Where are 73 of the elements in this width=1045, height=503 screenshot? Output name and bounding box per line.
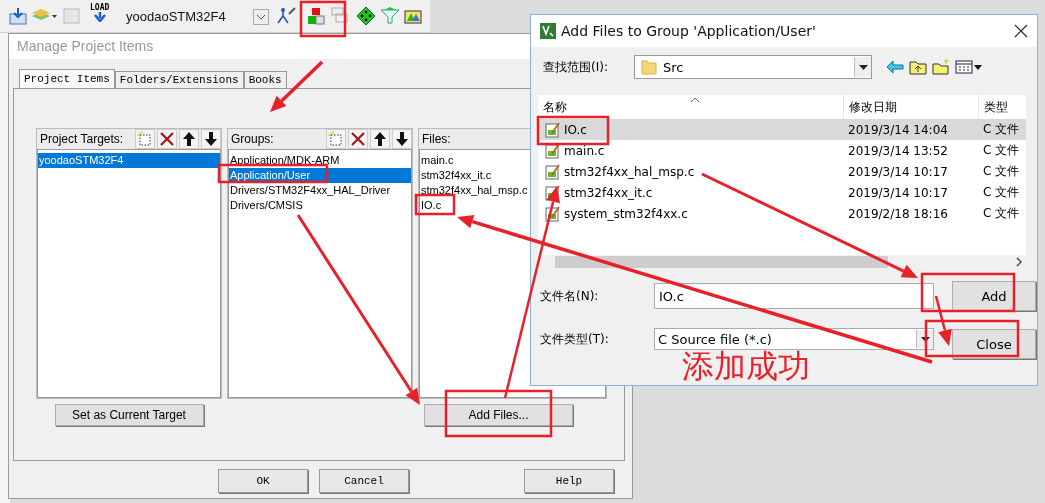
file-type: C 文件 bbox=[982, 142, 1021, 159]
list-item[interactable]: Application/User bbox=[229, 168, 411, 183]
new-item-icon[interactable] bbox=[326, 129, 346, 149]
dialog-button[interactable]: Help bbox=[524, 469, 614, 493]
delete-icon[interactable] bbox=[157, 129, 177, 149]
scroll-right-icon[interactable] bbox=[1015, 257, 1023, 267]
file-type: C 文件 bbox=[982, 163, 1021, 180]
file-date: 2019/3/14 10:17 bbox=[847, 164, 949, 179]
look-in-select[interactable]: Src bbox=[634, 55, 872, 79]
file-date: 2019/2/18 18:16 bbox=[847, 206, 949, 221]
file-name-label: 文件名(N): bbox=[540, 287, 600, 305]
dropdown-icon[interactable] bbox=[253, 9, 269, 25]
back-icon[interactable] bbox=[886, 60, 904, 74]
file-date: 2019/3/14 10:17 bbox=[847, 185, 949, 200]
list-item[interactable]: Drivers/STM32F4xx_HAL_Driver bbox=[229, 183, 411, 198]
file-name: system_stm32f4xx.c bbox=[564, 206, 688, 221]
dropdown-icon bbox=[920, 336, 930, 342]
file-icon bbox=[545, 121, 561, 138]
blocks-icon[interactable] bbox=[306, 6, 326, 26]
move-up-icon[interactable] bbox=[179, 129, 199, 149]
column-header[interactable]: 名称 bbox=[538, 95, 843, 119]
move-down-icon[interactable] bbox=[392, 129, 412, 149]
close-icon[interactable] bbox=[1014, 24, 1028, 38]
file-type-select[interactable]: C Source file (*.c) bbox=[654, 328, 934, 350]
target-select[interactable]: yoodaoSTM32F4 bbox=[126, 9, 226, 24]
file-type: C 文件 bbox=[982, 205, 1021, 222]
file-type: C 文件 bbox=[982, 184, 1021, 201]
download-icon[interactable] bbox=[8, 6, 28, 26]
file-row[interactable]: main.c 2019/3/14 13:52 C 文件 bbox=[538, 140, 1026, 161]
delete-icon[interactable] bbox=[348, 129, 368, 149]
add-button[interactable]: Add bbox=[952, 281, 1036, 311]
file-name-field[interactable]: IO.c bbox=[654, 283, 934, 309]
file-date: 2019/3/14 13:52 bbox=[847, 143, 949, 158]
move-up-icon[interactable] bbox=[370, 129, 390, 149]
highlight-box bbox=[299, 0, 347, 38]
file-row[interactable]: system_stm32f4xx.c 2019/2/18 18:16 C 文件 bbox=[538, 203, 1026, 224]
file-row[interactable]: stm32f4xx_hal_msp.c 2019/3/14 10:17 C 文件 bbox=[538, 161, 1026, 182]
view-menu-icon[interactable] bbox=[955, 59, 983, 75]
close-button[interactable]: Close bbox=[952, 329, 1036, 359]
dialog-button[interactable]: Cancel bbox=[319, 469, 409, 493]
new-item-icon[interactable] bbox=[135, 129, 155, 149]
panel-heading: Files: bbox=[422, 132, 452, 146]
tab[interactable]: Books bbox=[243, 71, 287, 88]
list-item[interactable]: Application/MDK-ARM bbox=[229, 153, 411, 168]
folder-icon bbox=[641, 59, 657, 75]
up-folder-icon[interactable] bbox=[909, 59, 927, 75]
tab[interactable]: Project Items bbox=[19, 69, 115, 88]
list-item[interactable]: yoodaoSTM32F4 bbox=[38, 153, 220, 168]
file-name: stm32f4xx_it.c bbox=[564, 185, 653, 200]
tab[interactable]: Folders/Extensions bbox=[114, 71, 244, 88]
horizontal-scrollbar[interactable] bbox=[538, 255, 1026, 269]
file-type-label: 文件类型(T): bbox=[540, 330, 610, 348]
panel-button[interactable]: Set as Current Target bbox=[54, 404, 204, 426]
stacked-windows-icon bbox=[331, 6, 349, 26]
new-folder-icon[interactable] bbox=[932, 59, 950, 75]
file-name: IO.c bbox=[564, 122, 587, 137]
dropdown-icon bbox=[858, 64, 868, 70]
file-name: stm32f4xx_hal_msp.c bbox=[564, 164, 695, 179]
app-icon bbox=[540, 23, 556, 39]
list-item[interactable]: Drivers/CMSIS bbox=[229, 198, 411, 213]
panel-heading: Groups: bbox=[231, 132, 275, 146]
dialog-button[interactable]: OK bbox=[218, 469, 308, 493]
file-icon bbox=[545, 163, 561, 180]
file-date: 2019/3/14 14:04 bbox=[847, 122, 949, 137]
file-type: C 文件 bbox=[982, 121, 1021, 138]
file-name: main.c bbox=[564, 143, 605, 158]
sort-caret-icon bbox=[690, 97, 700, 103]
diamond-icon[interactable] bbox=[356, 6, 376, 26]
panel-heading: Project Targets: bbox=[40, 132, 125, 146]
file-row[interactable]: IO.c 2019/3/14 14:04 C 文件 bbox=[538, 119, 1026, 140]
panel-button[interactable]: Add Files... bbox=[424, 404, 573, 426]
look-in-label: 查找范围(I): bbox=[543, 58, 609, 76]
move-down-icon[interactable] bbox=[201, 129, 221, 149]
